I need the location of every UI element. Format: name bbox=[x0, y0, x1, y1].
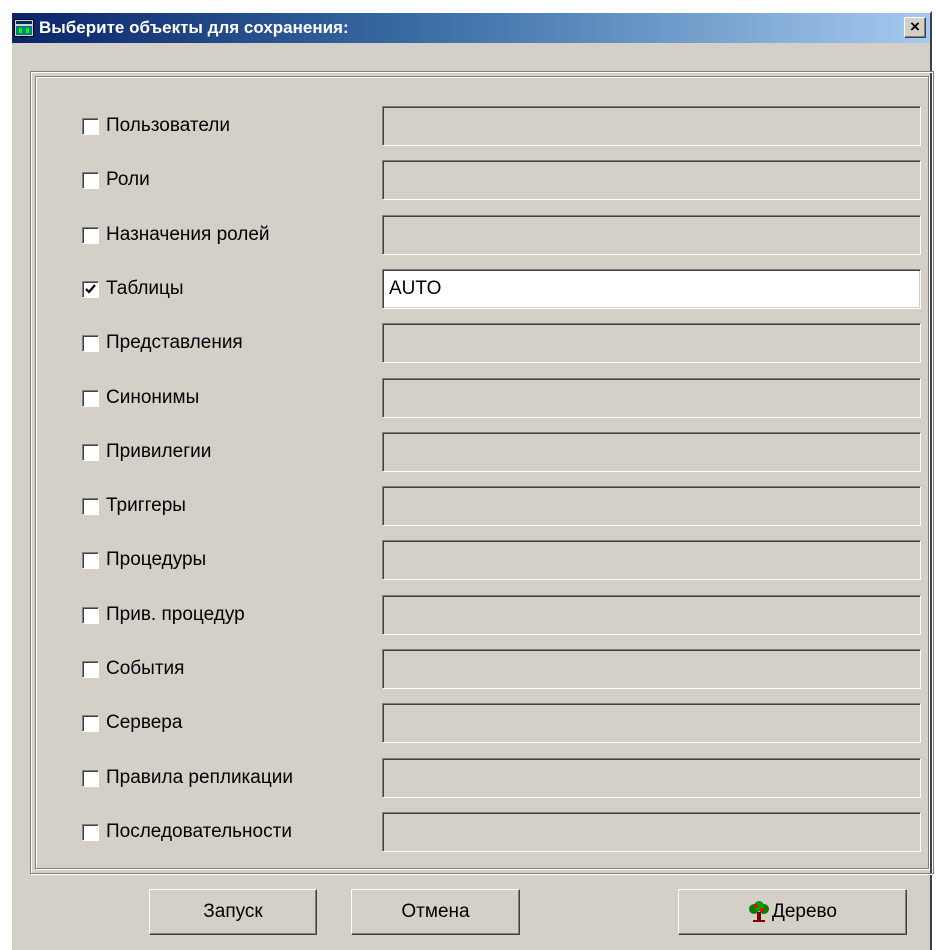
object-filter-field[interactable] bbox=[382, 215, 921, 255]
object-label: Таблицы bbox=[106, 278, 184, 299]
object-filter-field[interactable] bbox=[382, 378, 921, 418]
object-checkbox-control[interactable]: Последовательности bbox=[82, 821, 292, 843]
object-checkbox-control[interactable]: Синонимы bbox=[82, 387, 199, 409]
object-filter-field[interactable] bbox=[382, 649, 921, 689]
object-checkbox[interactable] bbox=[82, 497, 99, 515]
object-row: Последовательности bbox=[36, 812, 928, 852]
object-row: События bbox=[36, 649, 928, 689]
object-label: Последовательности bbox=[106, 821, 292, 842]
object-filter-field[interactable] bbox=[382, 540, 921, 580]
object-checkbox-control[interactable]: Таблицы bbox=[82, 278, 184, 300]
object-checkbox[interactable] bbox=[82, 551, 99, 569]
object-checkbox-control[interactable]: Представления bbox=[82, 332, 243, 354]
run-button[interactable]: Запуск bbox=[149, 889, 317, 935]
tree-button-label: Дерево bbox=[771, 901, 837, 922]
object-checkbox-control[interactable]: Правила репликации bbox=[82, 767, 293, 789]
object-label: Роли bbox=[106, 169, 150, 190]
object-filter-field[interactable] bbox=[382, 323, 921, 363]
object-label: Сервера bbox=[106, 712, 183, 733]
object-checkbox[interactable] bbox=[82, 823, 99, 841]
object-filter-field[interactable] bbox=[382, 106, 921, 146]
object-checkbox[interactable] bbox=[82, 280, 99, 298]
object-checkbox[interactable] bbox=[82, 443, 99, 461]
cancel-button[interactable]: Отмена bbox=[351, 889, 520, 935]
save-objects-dialog: Выберите объекты для сохранения: × Польз… bbox=[10, 11, 934, 950]
object-checkbox-control[interactable]: Триггеры bbox=[82, 495, 186, 517]
object-filter-field[interactable] bbox=[382, 432, 921, 472]
object-checkbox-control[interactable]: Сервера bbox=[82, 712, 182, 734]
object-row: Процедуры bbox=[36, 540, 928, 580]
object-checkbox-control[interactable]: Привилегии bbox=[82, 441, 211, 463]
object-row: Триггеры bbox=[36, 486, 928, 526]
object-filter-field[interactable] bbox=[382, 486, 921, 526]
dialog-title: Выберите объекты для сохранения: bbox=[39, 18, 349, 37]
object-filter-field[interactable] bbox=[382, 758, 921, 798]
object-row: Роли bbox=[36, 160, 928, 200]
tree-icon bbox=[748, 901, 769, 922]
object-label: Правила репликации bbox=[106, 767, 293, 788]
object-label: Пользователи bbox=[106, 115, 231, 136]
cancel-button-label: Отмена bbox=[401, 901, 470, 922]
object-checkbox[interactable] bbox=[82, 226, 99, 244]
object-checkbox-control[interactable]: События bbox=[82, 658, 184, 680]
object-checkbox[interactable] bbox=[82, 660, 99, 678]
object-checkbox[interactable] bbox=[82, 389, 99, 407]
object-label: Назначения ролей bbox=[106, 224, 270, 245]
close-icon: × bbox=[910, 17, 920, 36]
object-row: Таблицы bbox=[36, 269, 928, 309]
object-filter-field[interactable] bbox=[382, 160, 921, 200]
object-checkbox-control[interactable]: Назначения ролей bbox=[82, 224, 270, 246]
object-label: Представления bbox=[106, 332, 243, 353]
object-checkbox-control[interactable]: Пользователи bbox=[82, 115, 230, 137]
object-checkbox-control[interactable]: Процедуры bbox=[82, 549, 206, 571]
object-row: Синонимы bbox=[36, 378, 928, 418]
run-button-label: Запуск bbox=[203, 901, 263, 922]
object-checkbox[interactable] bbox=[82, 171, 99, 189]
object-label: Триггеры bbox=[106, 495, 186, 516]
app-window-icon bbox=[14, 19, 34, 37]
object-filter-field[interactable] bbox=[382, 812, 921, 852]
object-label: Процедуры bbox=[106, 549, 207, 570]
object-row: Правила репликации bbox=[36, 758, 928, 798]
object-label: События bbox=[106, 658, 185, 679]
checkmark-icon bbox=[85, 283, 96, 294]
close-button[interactable]: × bbox=[904, 17, 926, 38]
object-row: Сервера bbox=[36, 703, 928, 743]
object-checkbox[interactable] bbox=[82, 714, 99, 732]
object-row: Представления bbox=[36, 323, 928, 363]
object-label: Синонимы bbox=[106, 387, 200, 408]
object-filter-field[interactable] bbox=[382, 595, 921, 635]
object-checkbox-control[interactable]: Прив. процедур bbox=[82, 604, 245, 626]
object-filter-field[interactable] bbox=[382, 269, 921, 309]
object-row: Прив. процедур bbox=[36, 595, 928, 635]
object-filter-field[interactable] bbox=[382, 703, 921, 743]
object-checkbox[interactable] bbox=[82, 117, 99, 135]
object-checkbox-control[interactable]: Роли bbox=[82, 169, 150, 191]
objects-list: Пользователи Роли Назначения ролей Таблицы П… bbox=[35, 76, 929, 869]
title-bar[interactable]: Выберите объекты для сохранения: × bbox=[12, 13, 930, 43]
object-checkbox[interactable] bbox=[82, 334, 99, 352]
object-label: Привилегии bbox=[106, 441, 212, 462]
object-row: Пользователи bbox=[36, 106, 928, 146]
tree-button[interactable]: Дерево bbox=[678, 889, 907, 935]
object-checkbox[interactable] bbox=[82, 606, 99, 624]
object-checkbox[interactable] bbox=[82, 769, 99, 787]
object-label: Прив. процедур bbox=[106, 604, 245, 625]
object-row: Назначения ролей bbox=[36, 215, 928, 255]
objects-group: Пользователи Роли Назначения ролей Таблицы П… bbox=[30, 71, 934, 874]
object-row: Привилегии bbox=[36, 432, 928, 472]
